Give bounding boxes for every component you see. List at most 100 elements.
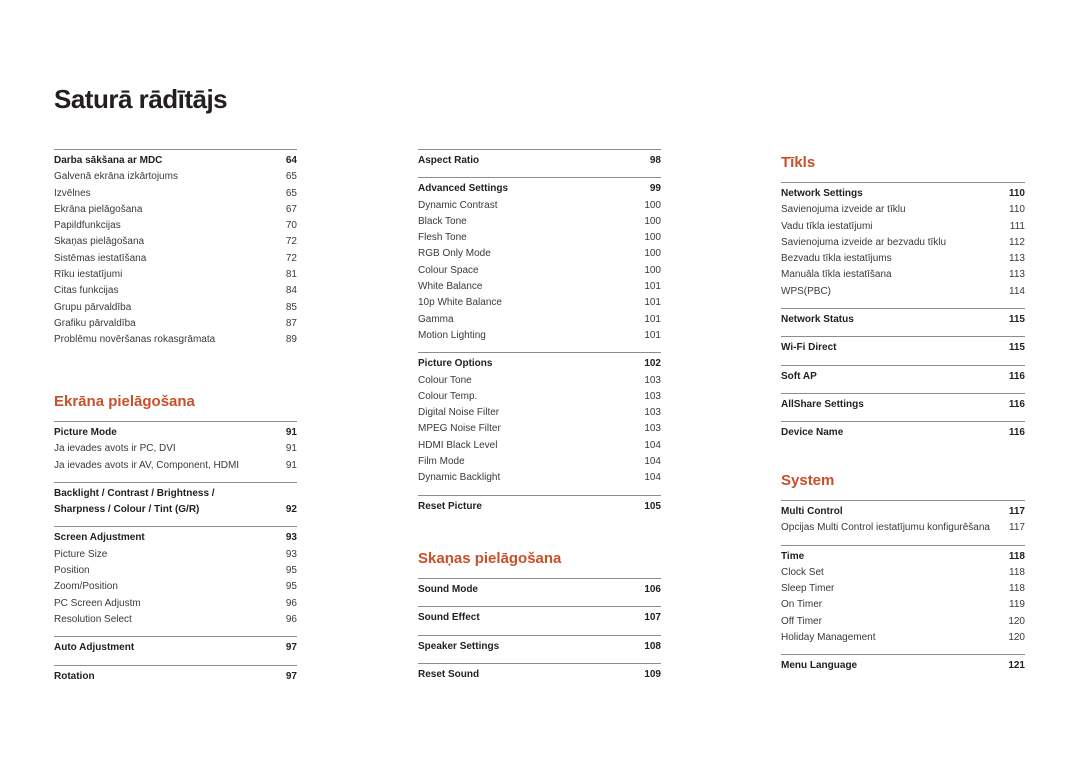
toc-subentry-title: On Timer [781,599,823,611]
toc-entry-speaker-settings[interactable]: Speaker Settings 108 [418,639,661,655]
toc-entry-title: Picture Options [418,358,493,370]
toc-entry-soft-ap[interactable]: Soft AP 116 [781,369,1025,385]
toc-subentry[interactable]: Colour Space 100 [418,263,661,279]
toc-entry-aspect-ratio[interactable]: Aspect Ratio 98 [418,153,661,169]
toc-entry-picture-options[interactable]: Picture Options 102 [418,356,661,372]
toc-entry-menu-language[interactable]: Menu Language 121 [781,658,1025,674]
toc-entry-reset-sound[interactable]: Reset Sound 109 [418,667,661,683]
toc-entry-allshare-settings[interactable]: AllShare Settings 116 [781,397,1025,413]
toc-entry-time[interactable]: Time 118 [781,549,1025,565]
toc-subentry[interactable]: MPEG Noise Filter 103 [418,421,661,437]
toc-page-number: 104 [644,439,661,451]
toc-subentry[interactable]: Ja ievades avots ir AV, Component, HDMI 9… [54,458,297,474]
toc-subentry[interactable]: Sistēmas iestatīšana 72 [54,251,297,267]
toc-subentry[interactable]: Flesh Tone 100 [418,230,661,246]
toc-subentry[interactable]: Digital Noise Filter 103 [418,405,661,421]
toc-entry-reset-picture[interactable]: Reset Picture 105 [418,499,661,515]
toc-page-number: 104 [644,472,661,484]
toc-subentry[interactable]: Gamma 101 [418,312,661,328]
toc-subentry[interactable]: Ja ievades avots ir PC, DVI 91 [54,441,297,457]
toc-subentry-title: Colour Space [418,264,479,276]
toc-entry-title: Aspect Ratio [418,155,480,166]
toc-entry-device-name[interactable]: Device Name 116 [781,425,1025,441]
toc-entry-title: Reset Sound [418,668,480,680]
toc-subentry[interactable]: Grupu pārvaldība 85 [54,300,297,316]
toc-subentry[interactable]: White Balance 101 [418,279,661,295]
toc-entry-auto-adjustment[interactable]: Auto Adjustment 97 [54,640,297,656]
toc-subentry-title: MPEG Noise Filter [418,423,501,435]
toc-subentry[interactable]: Grafiku pārvaldība 87 [54,316,297,332]
toc-subentry[interactable]: Film Mode 104 [418,454,661,470]
toc-subentry[interactable]: RGB Only Mode 100 [418,246,661,262]
toc-subentry[interactable]: Black Tone 100 [418,214,661,230]
toc-entry-screen-adjustment[interactable]: Screen Adjustment 93 [54,530,297,546]
toc-subentry[interactable]: Izvēlnes 65 [54,186,297,202]
toc-entry-picture-mode[interactable]: Picture Mode 91 [54,425,297,441]
toc-page-number: 114 [1009,285,1025,297]
toc-subentry[interactable]: 10p White Balance 101 [418,295,661,311]
toc-subentry-title: WPS(PBC) [781,285,831,297]
toc-subentry[interactable]: On Timer 119 [781,597,1025,613]
toc-entry-network-settings[interactable]: Network Settings 110 [781,186,1025,202]
toc-entry-title: Wi-Fi Direct [781,342,837,354]
toc-subentry[interactable]: Ekrāna pielāgošana 67 [54,202,297,218]
toc-entry-network-status[interactable]: Network Status 115 [781,312,1025,328]
toc-subentry[interactable]: Savienojuma izveide ar tīklu 110 [781,202,1025,218]
toc-entry-title: Speaker Settings [418,640,500,652]
toc-entry-title: Network Settings [781,188,863,199]
toc-subentry[interactable]: Dynamic Backlight 104 [418,470,661,486]
toc-subentry-title: Colour Tone [418,374,472,386]
toc-entry-title: Screen Adjustment [54,532,145,544]
toc-section: Aspect Ratio 98 Advanced Settings 99 Dynamic… [418,149,661,515]
toc-subentry[interactable]: Skaņas pielāgošana 72 [54,234,297,250]
toc-entry-advanced-settings[interactable]: Advanced Settings 99 [418,181,661,197]
toc-entry-title: AllShare Settings [781,398,864,410]
toc-entry-title: Rotation [54,670,95,682]
toc-page-number: 81 [285,269,297,281]
toc-subentry[interactable]: Citas funkcijas 84 [54,283,297,299]
toc-subentry[interactable]: Off Timer 120 [781,614,1025,630]
toc-entry-backlight-contrast-brightness-sharpness-colour-tint-g-r[interactable]: Backlight / Contrast / Brightness / Shar… [54,486,297,519]
toc-page-number: 93 [285,532,297,544]
toc-subentry[interactable]: Savienojuma izveide ar bezvadu tīklu 112 [781,235,1025,251]
toc-subentry[interactable]: Sleep Timer 118 [781,581,1025,597]
toc-section: Darba sākšana ar MDC 64 Galvenā ekrāna izk… [54,149,297,349]
toc-entry-sound-mode[interactable]: Sound Mode 106 [418,582,661,598]
toc-subentry[interactable]: Picture Size 93 [54,547,297,563]
toc-entry-rotation[interactable]: Rotation 97 [54,669,297,685]
toc-subentry[interactable]: Bezvadu tīkla iestatījums 113 [781,251,1025,267]
toc-subentry[interactable]: Motion Lighting 101 [418,328,661,344]
toc-subentry-title: Ja ievades avots ir PC, DVI [54,443,176,455]
toc-page-number: 113 [1009,269,1025,281]
toc-entry-title: Menu Language [781,660,858,672]
toc-subentry[interactable]: PC Screen Adjustm 96 [54,596,297,612]
toc-entry-sound-effect[interactable]: Sound Effect 107 [418,610,661,626]
toc-entry-wi-fi-direct[interactable]: Wi-Fi Direct 115 [781,340,1025,356]
toc-subentry-title: Rīku iestatījumi [54,269,123,281]
toc-subentry[interactable]: Manuāla tīkla iestatīšana 113 [781,267,1025,283]
toc-page-number: 121 [1008,660,1025,672]
toc-subentry[interactable]: Colour Tone 103 [418,373,661,389]
toc-subentry[interactable]: WPS(PBC) 114 [781,284,1025,300]
toc-page-number: 72 [285,252,297,264]
toc-subentry[interactable]: Zoom/Position 95 [54,579,297,595]
toc-subentry[interactable]: Position 95 [54,563,297,579]
toc-subentry[interactable]: Papildfunkcijas 70 [54,218,297,234]
toc-subentry[interactable]: Galvenā ekrāna izkārtojums 65 [54,169,297,185]
toc-subentry[interactable]: Vadu tīkla iestatījumi 111 [781,219,1025,235]
toc-subentry[interactable]: Clock Set 118 [781,565,1025,581]
toc-entry-darba-saksana-ar-mdc[interactable]: Darba sākšana ar MDC 64 [54,153,297,169]
toc-subentry[interactable]: Colour Temp. 103 [418,389,661,405]
toc-subentry[interactable]: Resolution Select 96 [54,612,297,628]
toc-subentry[interactable]: Holiday Management 120 [781,630,1025,646]
toc-group: Wi-Fi Direct 115 [781,336,1025,356]
toc-subentry[interactable]: HDMI Black Level 104 [418,438,661,454]
toc-subentry-title: Flesh Tone [418,232,467,244]
toc-subentry[interactable]: Opcijas Multi Control iestatījumu konfig… [781,520,1025,536]
toc-subentry-title: Black Tone [418,215,467,227]
toc-subentry[interactable]: Dynamic Contrast 100 [418,198,661,214]
toc-subentry[interactable]: Rīku iestatījumi 81 [54,267,297,283]
toc-entry-multi-control[interactable]: Multi Control 117 [781,504,1025,520]
toc-group: Aspect Ratio 98 [418,149,661,169]
toc-subentry[interactable]: Problēmu novēršanas rokasgrāmata 89 [54,332,297,348]
